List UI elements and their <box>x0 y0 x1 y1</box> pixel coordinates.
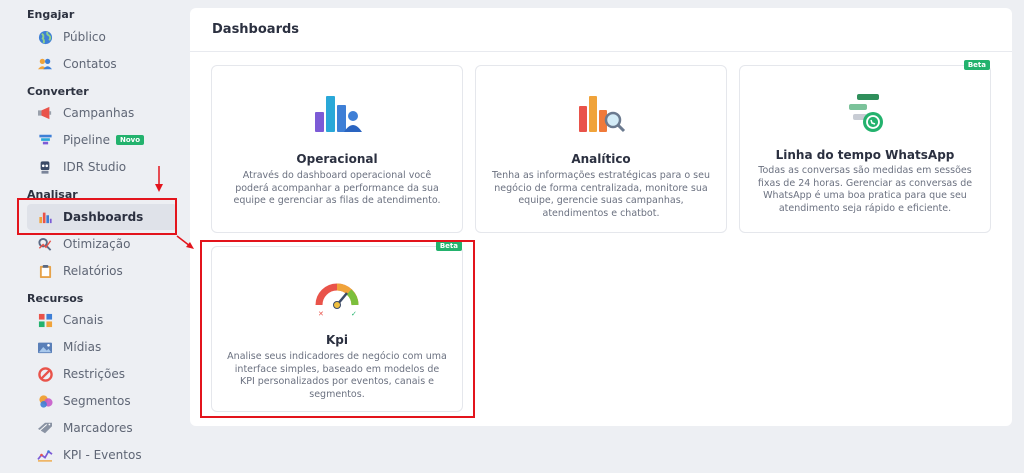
annotation-arrow-down <box>155 166 163 192</box>
annotation-arrows <box>155 166 194 249</box>
annotation-arrow-diagonal <box>176 235 194 249</box>
